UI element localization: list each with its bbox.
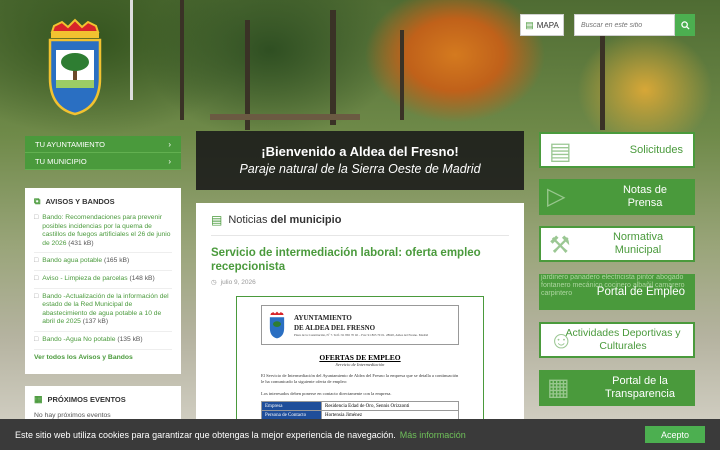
- news-date: ◷ julio 9, 2026: [211, 278, 509, 287]
- lamp-post: [130, 0, 133, 100]
- doc-body: El Servicio de Intermediación del Ayunta…: [261, 373, 459, 384]
- welcome-subtitle: Paraje natural de la Sierra Oeste de Mad…: [239, 162, 481, 176]
- list-item[interactable]: □ Aviso - Limpieza de parcelas (148 kB): [34, 275, 172, 289]
- doc-table: Empresa Residencia Edad de Oro, Sennis Or…: [261, 401, 459, 420]
- banner-label: Notas de Prensa: [622, 184, 668, 209]
- list-item[interactable]: □ Bando -Agua No potable (135 kB): [34, 336, 172, 350]
- banner-label: Portal de la Transparencia: [605, 375, 675, 400]
- news-heading-normal: Noticias: [228, 214, 268, 226]
- banner-label: Solicitudes: [629, 143, 683, 156]
- table-value: Residencia Edad de Oro, Sennis Orizzonti: [321, 401, 459, 411]
- menu-item-label: TU AYUNTAMIENTO: [35, 139, 106, 149]
- newspaper-icon: ▤: [211, 213, 223, 227]
- documents-icon: ⧉: [34, 196, 41, 206]
- document-icon: □: [34, 335, 39, 343]
- table-row: Empresa Residencia Edad de Oro, Sennis Or…: [261, 401, 459, 411]
- doc-title: OFERTAS DE EMPLEO: [319, 353, 401, 362]
- main-menu: TU AYUNTAMIENTO › TU MUNICIPIO ›: [25, 136, 181, 170]
- welcome-title: ¡Bienvenido a Aldea del Fresno!: [261, 144, 459, 159]
- menu-item-label: TU MUNICIPIO: [35, 156, 87, 166]
- banner-label: Actividades Deportivas y Culturales: [565, 327, 681, 352]
- document-icon: □: [34, 214, 39, 221]
- doc-letterhead: AYUNTAMIENTO DE ALDEA DEL FRESNO Plaza d…: [261, 305, 459, 345]
- grid-icon: ▦: [547, 374, 570, 401]
- banner-portal-de-empleo[interactable]: jardinero panadero electricista pintor a…: [539, 274, 695, 310]
- news-date-text: julio 9, 2026: [220, 278, 256, 286]
- table-key: Empresa: [261, 401, 322, 411]
- aviso-link[interactable]: Bando -Agua No potable: [42, 336, 115, 343]
- avisos-title-text: AVISOS Y BANDOS: [45, 197, 115, 206]
- municipal-crest-logo[interactable]: [46, 18, 104, 116]
- banner-notas-de-prensa[interactable]: ▷ Notas de Prensa: [539, 179, 695, 215]
- tree-trunk: [180, 0, 184, 120]
- cookie-text: Este sitio web utiliza cookies para gara…: [15, 429, 396, 440]
- list-item[interactable]: □ Bando -Actualización de la información…: [34, 293, 172, 332]
- aviso-link[interactable]: Bando agua potable: [42, 257, 102, 264]
- tree-trunk: [330, 10, 336, 125]
- banner-normativa-municipal[interactable]: ⚒ Normativa Municipal: [539, 226, 695, 262]
- doc-crest-logo: [269, 311, 285, 339]
- cookie-more-info-link[interactable]: Más información: [400, 430, 466, 440]
- doc-subtitle: Servicio de Intermediación: [335, 362, 385, 367]
- document-icon: □: [34, 257, 39, 265]
- banner-label: Portal de Empleo: [596, 285, 685, 298]
- document-icon: □: [34, 274, 39, 282]
- megaphone-icon: ▷: [547, 183, 566, 210]
- document-icon: □: [34, 292, 39, 300]
- eventos-empty-text: No hay próximos eventos: [34, 412, 111, 419]
- search-button[interactable]: [675, 14, 695, 36]
- see-all-avisos-link[interactable]: Ver todos los Avisos y Bandos: [34, 354, 172, 361]
- chevron-right-icon: ›: [168, 139, 171, 149]
- news-heading-bold: del municipio: [270, 214, 342, 226]
- tree-trunk: [400, 30, 404, 120]
- banner-label: Normativa Municipal: [612, 231, 664, 256]
- menu-item-tu-ayuntamiento[interactable]: TU AYUNTAMIENTO ›: [25, 136, 181, 153]
- cookie-bar: Este sitio web utiliza cookies para gara…: [0, 419, 720, 450]
- cookie-accept-button[interactable]: Acepto: [645, 426, 705, 443]
- list-item[interactable]: □ Bando: Recomendaciones para prevenir p…: [34, 214, 172, 254]
- file-size: (135 kB): [117, 335, 143, 343]
- form-icon: ▤: [549, 138, 572, 165]
- banner-actividades[interactable]: ☺ Actividades Deportivas y Culturales: [539, 322, 695, 358]
- clock-icon: ◷: [211, 279, 217, 286]
- calendar-icon: ▦: [34, 394, 43, 404]
- avisos-panel: ⧉ AVISOS Y BANDOS □ Bando: Recomendacion…: [25, 188, 181, 374]
- welcome-banner: ¡Bienvenido a Aldea del Fresno! Paraje n…: [196, 131, 524, 190]
- tree-trunk: [600, 20, 605, 130]
- aviso-link[interactable]: Aviso - Limpieza de parcelas: [42, 275, 127, 282]
- map-button[interactable]: ▤ MAPA: [520, 14, 564, 36]
- list-item[interactable]: □ Bando agua potable (165 kB): [34, 257, 172, 271]
- banner-solicitudes[interactable]: ▤ Solicitudes: [539, 132, 695, 168]
- map-button-label: MAPA: [536, 20, 559, 30]
- file-size: (431 kB): [68, 239, 94, 247]
- news-heading: ▤ Noticias del municipio: [211, 213, 509, 236]
- gavel-icon: ⚒: [549, 232, 571, 259]
- eventos-title: ▦ PRÓXIMOS EVENTOS: [34, 394, 172, 405]
- banner-transparencia[interactable]: ▦ Portal de la Transparencia: [539, 370, 695, 406]
- file-size: (148 kB): [129, 274, 155, 282]
- doc-body-2: Los interesados deben ponerse en contact…: [261, 391, 392, 396]
- chevron-right-icon: ›: [168, 156, 171, 166]
- doc-org-line2: DE ALDEA DEL FRESNO: [294, 324, 376, 332]
- menu-item-tu-municipio[interactable]: TU MUNICIPIO ›: [25, 153, 181, 170]
- map-icon: ▤: [525, 19, 534, 30]
- eventos-title-text: PRÓXIMOS EVENTOS: [47, 395, 126, 404]
- news-article-title[interactable]: Servicio de intermediación laboral: ofer…: [211, 246, 509, 274]
- doc-org-line1: AYUNTAMIENTO: [294, 314, 352, 322]
- avisos-title: ⧉ AVISOS Y BANDOS: [34, 196, 172, 207]
- bench: [210, 114, 360, 120]
- news-section: ▤ Noticias del municipio Servicio de int…: [196, 203, 524, 450]
- file-size: (137 kB): [82, 318, 109, 326]
- doc-address: Plaza de la Constitución, Nº 7. Telf.: 9…: [294, 333, 429, 337]
- aviso-link[interactable]: Bando: Recomendaciones para prevenir pos…: [42, 214, 170, 247]
- file-size: (165 kB): [103, 257, 130, 265]
- search-input[interactable]: [574, 14, 675, 36]
- search-icon: [680, 20, 690, 30]
